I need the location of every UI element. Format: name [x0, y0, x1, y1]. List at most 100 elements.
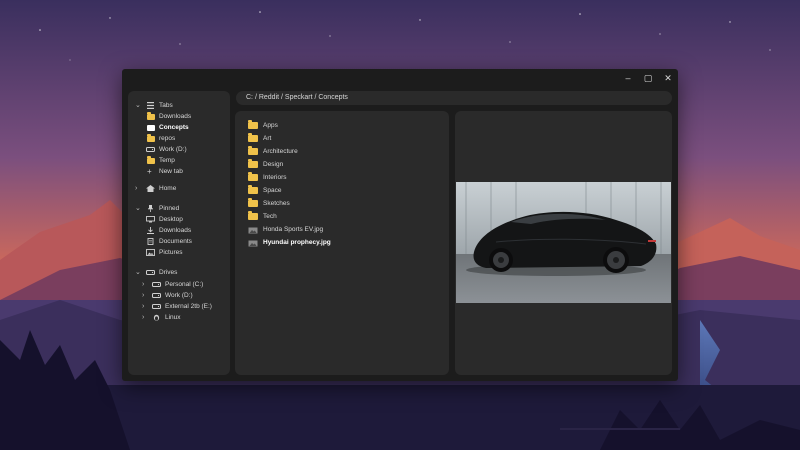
sidebar-item-label: Downloads — [159, 227, 192, 234]
chevron-down-icon[interactable]: ⌄ — [135, 100, 143, 111]
file-item-tech[interactable]: Tech — [235, 210, 449, 223]
sidebar-item-label: Temp — [159, 157, 175, 164]
folder-icon — [147, 134, 155, 142]
folder-icon — [248, 185, 258, 194]
new-tab-button[interactable]: + New tab — [128, 166, 230, 177]
sidebar-item-label: Concepts — [159, 124, 189, 131]
title-bar: – ▢ ✕ — [122, 69, 678, 87]
drive-icon — [152, 303, 161, 310]
file-name: Honda Sports EV.jpg — [263, 226, 324, 233]
sidebar-section-pinned[interactable]: ⌄ Pinned — [128, 203, 230, 214]
sidebar-item-label: Linux — [165, 314, 181, 321]
file-item-apps[interactable]: Apps — [235, 119, 449, 132]
folder-icon — [248, 133, 258, 142]
linux-icon — [152, 314, 161, 321]
sidebar-item-tab-downloads[interactable]: Downloads — [128, 111, 230, 122]
drive-icon — [146, 146, 155, 153]
folder-icon — [248, 198, 258, 207]
sidebar-item-label: repos — [159, 135, 176, 142]
file-item-sketches[interactable]: Sketches — [235, 197, 449, 210]
sidebar-item-label: Pictures — [159, 249, 183, 256]
chevron-down-icon[interactable]: ⌄ — [135, 267, 143, 278]
chevron-right-icon[interactable]: › — [142, 290, 150, 301]
sidebar-section-drives[interactable]: ⌄ Drives — [128, 267, 230, 278]
sidebar-item-tab-work[interactable]: Work (D:) — [128, 144, 230, 155]
image-file-icon — [248, 239, 258, 247]
file-name: Tech — [263, 213, 277, 220]
sidebar-item-drive-linux[interactable]: › Linux — [128, 312, 230, 323]
folder-icon — [147, 125, 155, 131]
file-item-architecture[interactable]: Architecture — [235, 145, 449, 158]
maximize-button[interactable]: ▢ — [640, 71, 656, 85]
file-item-hyundai-prophecy[interactable]: Hyundai prophecy.jpg — [235, 236, 449, 249]
file-name: Architecture — [263, 148, 298, 155]
drive-icon — [146, 269, 155, 276]
sidebar-item-home[interactable]: › Home — [128, 183, 230, 194]
chevron-right-icon[interactable]: › — [142, 279, 150, 290]
file-name: Design — [263, 161, 284, 168]
folder-icon — [147, 112, 155, 120]
plus-icon: + — [147, 167, 152, 176]
desktop-icon — [146, 216, 155, 223]
sidebar-item-tab-temp[interactable]: Temp — [128, 155, 230, 166]
file-name: Art — [263, 135, 272, 142]
file-name: Interiors — [263, 174, 287, 181]
folder-icon — [248, 120, 258, 129]
sidebar-item-pinned-downloads[interactable]: Downloads — [128, 225, 230, 236]
minimize-button[interactable]: – — [620, 71, 636, 85]
file-item-honda-sports-ev[interactable]: Honda Sports EV.jpg — [235, 223, 449, 236]
sidebar-item-pinned-desktop[interactable]: Desktop — [128, 214, 230, 225]
file-name: Sketches — [263, 200, 290, 207]
chevron-right-icon[interactable]: › — [142, 312, 150, 323]
breadcrumb[interactable]: C: / Reddit / Speckart / Concepts — [236, 91, 672, 105]
sidebar-tabs-label: Tabs — [159, 102, 173, 109]
sidebar-item-drive-work[interactable]: › Work (D:) — [128, 290, 230, 301]
folder-icon — [248, 211, 258, 220]
chevron-right-icon[interactable]: › — [142, 301, 150, 312]
tabs-icon — [146, 102, 155, 109]
drive-icon — [152, 292, 161, 299]
image-icon — [146, 249, 155, 256]
file-item-space[interactable]: Space — [235, 184, 449, 197]
preview-pane — [455, 111, 672, 375]
sidebar: ⌄ Tabs Downloads Concepts repos Work (D:… — [128, 91, 230, 375]
file-item-interiors[interactable]: Interiors — [235, 171, 449, 184]
image-preview — [456, 182, 671, 303]
sidebar-item-label: Home — [159, 185, 177, 192]
sidebar-item-pinned-documents[interactable]: Documents — [128, 236, 230, 247]
sidebar-section-tabs[interactable]: ⌄ Tabs — [128, 100, 230, 111]
sidebar-item-label: Personal (C:) — [165, 281, 204, 288]
drive-icon — [152, 281, 161, 288]
chevron-down-icon[interactable]: ⌄ — [135, 203, 143, 214]
home-icon — [146, 185, 155, 192]
new-tab-label: New tab — [159, 168, 183, 175]
file-name: Space — [263, 187, 282, 194]
sidebar-item-tab-concepts[interactable]: Concepts — [128, 122, 230, 133]
sidebar-item-drive-external[interactable]: › External 2tb (E:) — [128, 301, 230, 312]
file-explorer-window: – ▢ ✕ ⌄ Tabs Downloads Concepts repos Wo… — [122, 69, 678, 381]
sidebar-drives-label: Drives — [159, 269, 178, 276]
pin-icon — [146, 205, 155, 212]
close-button[interactable]: ✕ — [660, 71, 676, 85]
chevron-right-icon[interactable]: › — [135, 183, 143, 194]
file-name: Apps — [263, 122, 278, 129]
sidebar-item-label: External 2tb (E:) — [165, 303, 212, 310]
sidebar-item-label: Work (D:) — [159, 146, 187, 153]
file-name: Hyundai prophecy.jpg — [263, 239, 331, 246]
sidebar-item-tab-repos[interactable]: repos — [128, 133, 230, 144]
sidebar-pinned-label: Pinned — [159, 205, 180, 212]
sidebar-item-drive-personal[interactable]: › Personal (C:) — [128, 279, 230, 290]
file-item-design[interactable]: Design — [235, 158, 449, 171]
folder-icon — [147, 156, 155, 164]
file-item-art[interactable]: Art — [235, 132, 449, 145]
sidebar-item-label: Downloads — [159, 113, 192, 120]
document-icon — [146, 238, 155, 245]
sidebar-item-label: Documents — [159, 238, 192, 245]
download-icon — [146, 227, 155, 234]
sidebar-item-label: Desktop — [159, 216, 183, 223]
sidebar-item-pinned-pictures[interactable]: Pictures — [128, 247, 230, 258]
folder-icon — [248, 172, 258, 181]
sidebar-item-label: Work (D:) — [165, 292, 193, 299]
folder-icon — [248, 146, 258, 155]
breadcrumb-path[interactable]: C: / Reddit / Speckart / Concepts — [246, 91, 348, 105]
